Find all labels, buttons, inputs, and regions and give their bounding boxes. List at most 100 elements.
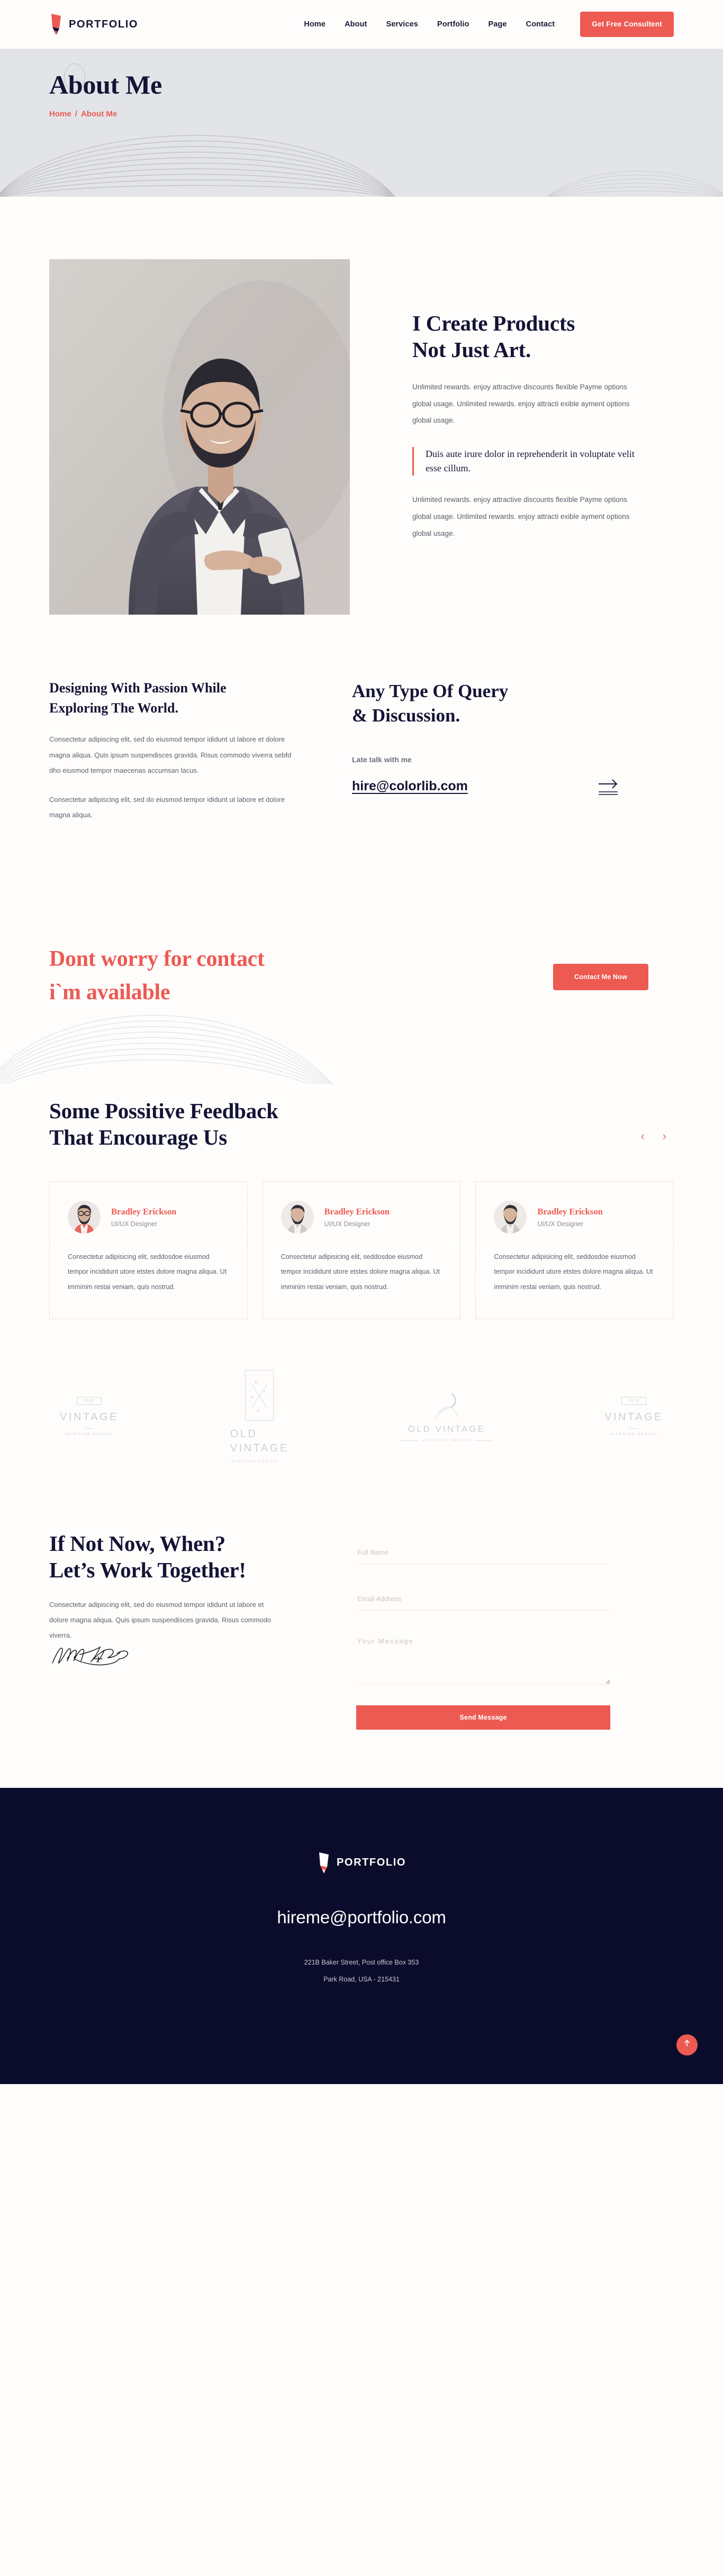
query-email-link[interactable]: hire@colorlib.com: [352, 779, 468, 794]
brand-logo[interactable]: OLD VINTAGE INTERIOR DESIGN: [400, 1391, 493, 1442]
testimonial-role: UI/UX Designer: [537, 1220, 584, 1228]
query-email-row: hire@colorlib.com: [352, 775, 648, 797]
arrow-right-icon[interactable]: [597, 775, 621, 797]
brand-logo[interactable]: OLD VINTAGE INTERIOR DESIGN: [60, 1397, 119, 1436]
site-logo[interactable]: PORTFOLIO: [49, 13, 138, 36]
chair-icon: [430, 1391, 463, 1420]
brand-subtitle: INTERIOR DESIGN: [230, 1459, 278, 1464]
query-column: Any Type Of Query & Discussion. Late tal…: [352, 678, 648, 797]
brand-logos-list: OLD VINTAGE INTERIOR DESIGN E J H A OLD …: [49, 1369, 674, 1464]
contact-paragraph: Consectetur adipiscing elit, sed do eius…: [49, 1600, 272, 1640]
breadcrumb: Home / About Me: [49, 109, 674, 118]
testimonials-section: Some Possitive Feedback That Encourage U…: [0, 1084, 723, 1319]
brand-logos-section: OLD VINTAGE INTERIOR DESIGN E J H A OLD …: [0, 1319, 723, 1464]
testimonial-body: Consectetur adipisicing elit, seddosdoe …: [68, 1253, 227, 1291]
nav-item-portfolio[interactable]: Portfolio: [437, 20, 469, 29]
testimonial-card: Bradley Erickson UI/UX Designer Consecte…: [49, 1181, 248, 1319]
query-label: Late talk with me: [352, 755, 412, 764]
testimonial-role: UI/UX Designer: [324, 1220, 370, 1228]
brand-tag: OLD: [621, 1397, 646, 1405]
avatar: [281, 1201, 314, 1234]
testimonial-card: Bradley Erickson UI/UX Designer Consecte…: [262, 1181, 461, 1319]
breadcrumb-current: About Me: [80, 109, 118, 118]
pencil-logo-icon: [49, 13, 64, 36]
designing-query-section: Designing With Passion While Exploring T…: [0, 615, 723, 823]
carousel-prev-icon[interactable]: ‹: [640, 1130, 644, 1142]
page-root: PORTFOLIO Home About Services Portfolio …: [0, 0, 723, 2084]
brand-logo[interactable]: E J H A OLD VINTAGE INTERIOR DESIGN: [230, 1369, 289, 1464]
divider: [400, 1440, 419, 1441]
divider: [85, 1428, 94, 1429]
email-address-input[interactable]: [356, 1587, 610, 1611]
pencil-logo-icon: [317, 1851, 332, 1875]
query-heading-line1: Any Type Of Query: [352, 681, 509, 701]
site-footer: PORTFOLIO hireme@portfolio.com 221B Bake…: [0, 1787, 723, 2084]
avatar: [494, 1201, 527, 1234]
contact-form-section: If Not Now, When? Let’s Work Together! C…: [0, 1463, 723, 1788]
divider: [629, 1428, 638, 1429]
nav-item-home[interactable]: Home: [304, 20, 326, 29]
query-heading-line2: & Discussion.: [352, 705, 460, 726]
nav-item-contact[interactable]: Contact: [526, 20, 555, 29]
nav-item-page[interactable]: Page: [488, 20, 507, 29]
designing-heading-line1: Designing With Passion While: [49, 680, 227, 696]
contact-heading-line2: Let’s Work Together!: [49, 1557, 246, 1582]
brand-subtitle: INTERIOR DESIGN: [610, 1432, 658, 1437]
brand-tag: OLD: [77, 1397, 102, 1405]
brand-name: OLD VINTAGE: [408, 1423, 485, 1434]
svg-text:J: J: [263, 1390, 265, 1394]
designing-heading: Designing With Passion While Exploring T…: [49, 678, 303, 718]
brand-monogram-icon: E J H A: [245, 1369, 274, 1421]
footer-logo-text: PORTFOLIO: [336, 1857, 406, 1869]
brand-logo[interactable]: OLD VINTAGE INTERIOR DESIGN: [604, 1397, 663, 1436]
query-heading: Any Type Of Query & Discussion.: [352, 679, 648, 728]
svg-text:H: H: [251, 1394, 254, 1399]
carousel-next-icon[interactable]: ›: [663, 1130, 666, 1142]
about-heading-line2: Not Just Art.: [412, 337, 531, 362]
arrow-up-icon: [683, 2039, 691, 2050]
brand-name-line2: VINTAGE: [230, 1442, 289, 1454]
designing-column: Designing With Passion While Exploring T…: [49, 678, 303, 823]
contact-form: Send Message: [356, 1530, 610, 1730]
about-paragraph-2: Unlimited rewards. enjoy attractive disc…: [412, 496, 630, 537]
breadcrumb-home-link[interactable]: Home: [49, 109, 71, 118]
footer-logo[interactable]: PORTFOLIO: [317, 1851, 406, 1875]
cta-heading-line2: i`m available: [49, 980, 170, 1005]
main-nav: Home About Services Portfolio Page Conta…: [304, 20, 555, 29]
brand-name: VINTAGE: [604, 1411, 663, 1423]
page-title: About Me: [49, 70, 162, 99]
brand-subtitle-row: INTERIOR DESIGN: [400, 1439, 493, 1442]
testimonials-carousel-nav: ‹ ›: [640, 1130, 666, 1142]
designing-heading-line2: Exploring The World.: [49, 700, 178, 716]
get-free-consultent-button[interactable]: Get Free Consultent: [580, 12, 674, 37]
nav-item-services[interactable]: Services: [386, 20, 418, 29]
cta-heading-line1: Dont worry for contact: [49, 946, 265, 971]
designing-paragraph-2: Consectetur adipiscing elit, sed do eius…: [49, 796, 285, 819]
cta-heading: Dont worry for contact i`m available: [49, 943, 265, 1010]
avatar: [68, 1201, 101, 1234]
nav-item-about[interactable]: About: [345, 20, 367, 29]
contact-intro-column: If Not Now, When? Let’s Work Together! C…: [49, 1530, 314, 1669]
brand-subtitle: INTERIOR DESIGN: [422, 1438, 471, 1442]
message-textarea[interactable]: [356, 1633, 610, 1685]
send-message-button[interactable]: Send Message: [356, 1705, 610, 1730]
testimonials-heading: Some Possitive Feedback That Encourage U…: [49, 1098, 278, 1150]
testimonial-body: Consectetur adipisicing elit, seddosdoe …: [281, 1253, 440, 1291]
signature-image: [49, 1646, 139, 1668]
page-hero: About Me Home / About Me: [0, 49, 723, 197]
about-heading: I Create Products Not Just Art.: [412, 310, 674, 363]
brand-name-line1: OLD: [230, 1428, 258, 1440]
footer-email-link[interactable]: hireme@portfolio.com: [277, 1907, 446, 1928]
contact-me-now-button[interactable]: Contact Me Now: [553, 963, 648, 990]
svg-text:A: A: [257, 1408, 260, 1413]
about-blockquote: Duis aute irure dolor in reprehenderit i…: [412, 447, 635, 476]
site-header: PORTFOLIO Home About Services Portfolio …: [0, 0, 723, 49]
about-heading-line1: I Create Products: [412, 311, 575, 335]
contact-heading: If Not Now, When? Let’s Work Together!: [49, 1530, 314, 1583]
full-name-input[interactable]: [356, 1540, 610, 1564]
footer-address: 221B Baker Street, Post office Box 353 P…: [304, 1954, 419, 1988]
logo-text: PORTFOLIO: [69, 18, 139, 30]
testimonial-name: Bradley Erickson: [324, 1207, 390, 1217]
scroll-to-top-button[interactable]: [676, 2034, 698, 2056]
about-section: I Create Products Not Just Art. Unlimite…: [0, 197, 723, 615]
